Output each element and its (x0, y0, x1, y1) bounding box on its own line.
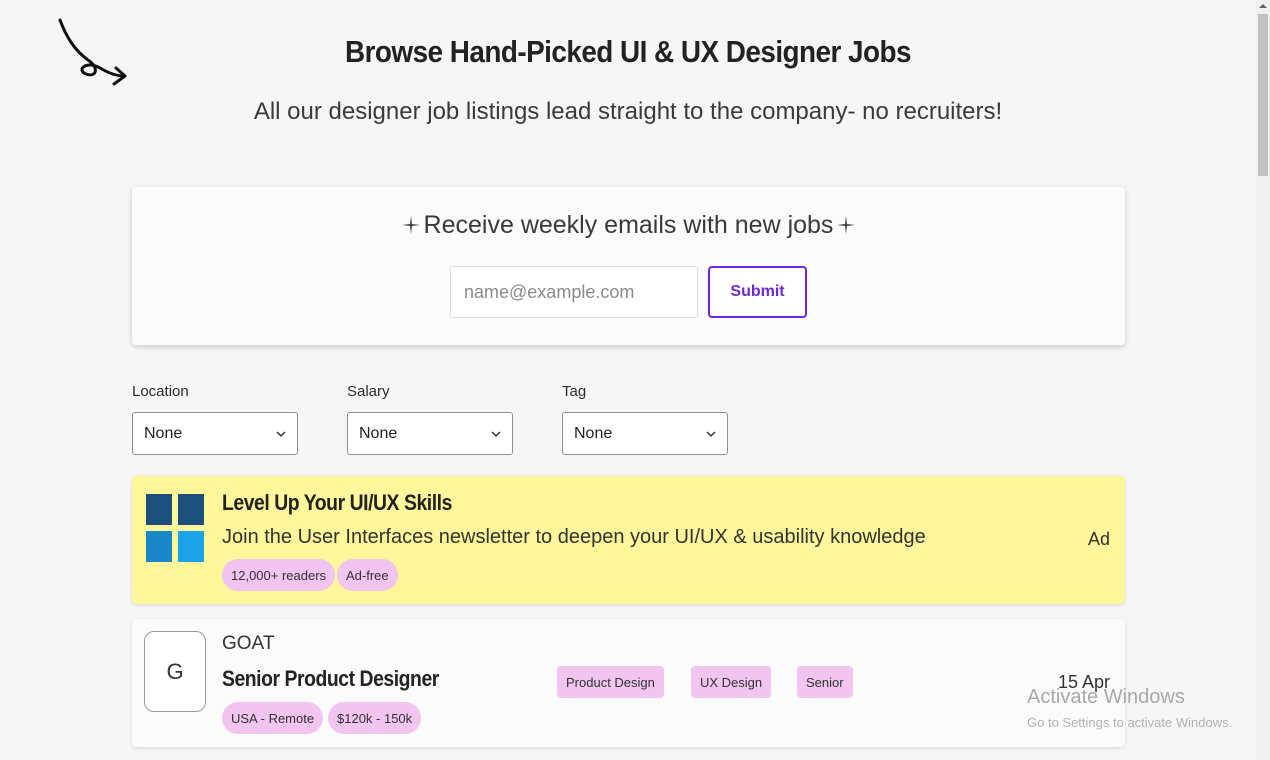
newsletter-card: Receive weekly emails with new jobs Subm… (132, 187, 1125, 345)
tag-select[interactable]: None (562, 412, 728, 455)
location-filter-label: Location (132, 383, 189, 400)
salary-filter-label: Salary (347, 383, 390, 400)
ad-label: Ad (1087, 529, 1110, 549)
submit-button[interactable]: Submit (708, 266, 807, 318)
windows-grid-logo (146, 494, 204, 564)
ad-tag: 12,000+ readers (222, 559, 336, 591)
chevron-down-icon (491, 430, 501, 437)
page-subtitle: All our designer job listings lead strai… (253, 98, 1003, 125)
location-select[interactable]: None (132, 412, 298, 455)
chevron-down-icon (706, 430, 716, 437)
job-salary: $120k - 150k (328, 702, 422, 734)
salary-select-value: None (359, 424, 398, 442)
job-tag[interactable]: Product Design (557, 666, 664, 698)
page-scrollbar[interactable] (1256, 0, 1270, 760)
activate-windows-hint: Go to Settings to activate Windows. (1027, 715, 1233, 730)
salary-select[interactable]: None (347, 412, 513, 455)
job-tag[interactable]: Senior (797, 666, 853, 698)
company-logo: G (144, 631, 206, 712)
activate-windows-watermark: Activate Windows (1027, 686, 1185, 708)
scroll-up-arrow-icon[interactable] (1259, 2, 1267, 10)
ad-tag: Ad-free (337, 559, 398, 591)
sparkle-icon (401, 216, 420, 234)
newsletter-heading: Receive weekly emails with new jobs (132, 211, 1125, 240)
ad-description: Join the User Interfaces newsletter to d… (222, 526, 926, 548)
email-input[interactable] (450, 266, 698, 318)
tag-select-value: None (574, 424, 613, 442)
location-select-value: None (144, 424, 183, 442)
job-listing[interactable]: G GOAT Senior Product Designer Product D… (132, 619, 1125, 747)
scrollbar-thumb[interactable] (1258, 14, 1268, 176)
ad-title: Level Up Your UI/UX Skills (222, 490, 452, 515)
newsletter-heading-text: Receive weekly emails with new jobs (423, 211, 834, 239)
chevron-down-icon (276, 430, 286, 437)
page-title: Browse Hand-Picked UI & UX Designer Jobs (344, 34, 912, 69)
tag-filter-label: Tag (562, 383, 587, 400)
company-name: GOAT (222, 633, 275, 654)
sparkle-icon (837, 216, 856, 234)
ad-card[interactable]: Level Up Your UI/UX Skills Join the User… (132, 476, 1125, 604)
job-title[interactable]: Senior Product Designer (222, 666, 439, 692)
job-tag[interactable]: UX Design (691, 666, 772, 698)
job-location: USA - Remote (222, 702, 324, 734)
